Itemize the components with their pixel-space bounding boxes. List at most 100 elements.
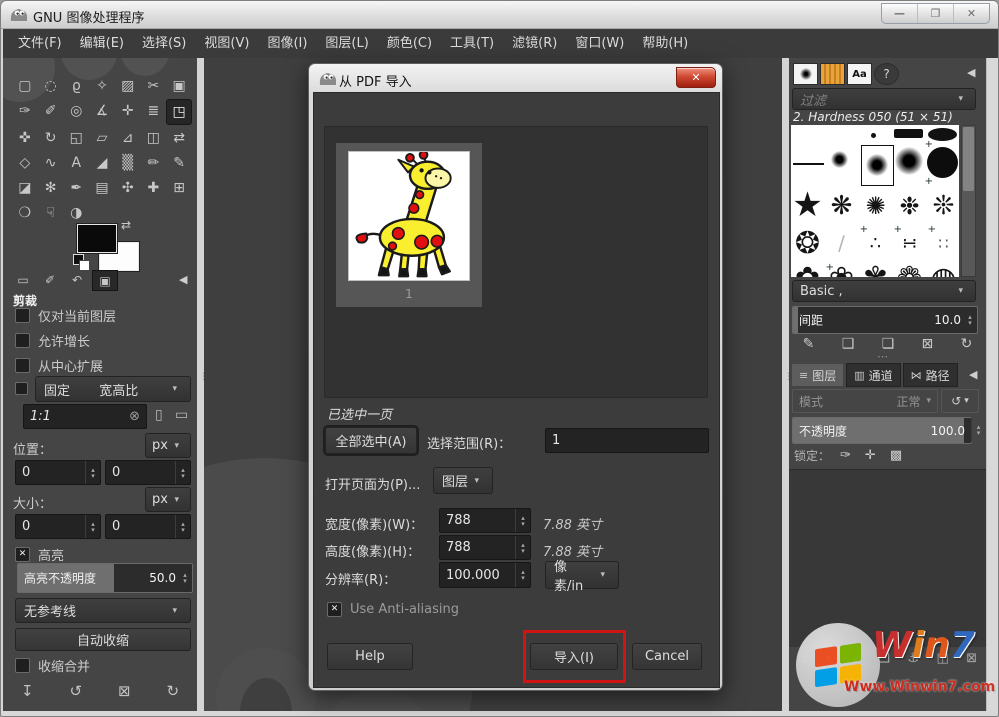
new-brush-icon[interactable]: ❑: [842, 336, 855, 352]
brush-cell[interactable]: [928, 128, 957, 141]
clear-icon[interactable]: ⊗: [129, 409, 140, 424]
brush-cell[interactable]: [871, 133, 876, 138]
tool-dodge-burn[interactable]: ◑: [63, 201, 89, 225]
brush-cell[interactable]: [895, 147, 923, 175]
open-as-dropdown[interactable]: 图层 ▾: [433, 467, 493, 494]
tool-ellipse-select[interactable]: ◌: [38, 74, 64, 98]
brush-tag-dropdown[interactable]: Basic , ▾: [792, 280, 976, 302]
landscape-icon[interactable]: ▭: [175, 407, 188, 423]
foreground-color-swatch[interactable]: [77, 224, 117, 253]
tab-undo-history[interactable]: ↶: [65, 270, 89, 289]
page-thumbnail[interactable]: 1: [336, 143, 482, 307]
dock-resize-handle-icon[interactable]: ⋯: [877, 350, 888, 363]
panel-menu-arrow-icon[interactable]: ◀: [179, 273, 187, 286]
tool-color-picker[interactable]: ✐: [38, 99, 64, 123]
brush-cell[interactable]: ∴: [859, 225, 892, 261]
fonts-tab[interactable]: Aa: [847, 63, 872, 85]
mode-options-dropdown[interactable]: ↺ ▾: [941, 389, 979, 413]
spin-down-icon[interactable]: ▾: [968, 320, 972, 326]
tool-flip[interactable]: ⇄: [166, 126, 192, 150]
tool-smudge[interactable]: ✣: [115, 176, 141, 200]
spin-down-icon[interactable]: ▾: [183, 578, 187, 584]
current-layer-checkbox[interactable]: [15, 308, 30, 323]
delete-brush-icon[interactable]: ⊠: [922, 336, 934, 352]
expand-center-checkbox[interactable]: [15, 358, 30, 373]
layer-opacity-slider[interactable]: 不透明度 100.0: [792, 417, 972, 444]
range-input[interactable]: 1: [545, 428, 709, 453]
brush-scrollbar[interactable]: [961, 125, 976, 277]
swap-colors-icon[interactable]: ⇄: [121, 218, 131, 232]
brush-cell[interactable]: ∷: [927, 225, 959, 261]
minimize-button[interactable]: —: [882, 4, 918, 23]
tool-paths[interactable]: ✑: [12, 99, 38, 123]
guides-dropdown[interactable]: 无参考线 ▾: [15, 598, 191, 623]
tool-fuzzy-select[interactable]: ✧: [89, 74, 115, 98]
highlight-opacity-slider[interactable]: 高亮不透明度 50.0 ▴▾: [17, 563, 193, 593]
tool-gradient[interactable]: ▒: [115, 151, 141, 175]
help-button[interactable]: Help: [327, 643, 413, 670]
size-height-spinner[interactable]: 0 ▴▾: [105, 514, 191, 539]
height-spinner[interactable]: 788 ▴▾: [439, 535, 531, 560]
left-splitter[interactable]: ⋮: [197, 58, 204, 711]
highlight-checkbox[interactable]: ✕: [15, 547, 30, 562]
width-spinner[interactable]: 788 ▴▾: [439, 508, 531, 533]
tool-cage-transform[interactable]: ◇: [12, 151, 38, 175]
position-unit-dropdown[interactable]: px ▾: [145, 433, 191, 458]
dialog-close-button[interactable]: ✕: [676, 67, 716, 88]
tool-zoom[interactable]: ◎: [63, 99, 89, 123]
brush-cell-selected[interactable]: [861, 145, 894, 186]
tool-scale[interactable]: ◱: [63, 126, 89, 150]
tool-heal[interactable]: ✚: [141, 176, 167, 200]
edit-brush-icon[interactable]: ✎: [803, 336, 815, 352]
restore-options-icon[interactable]: ↺: [69, 682, 82, 700]
refresh-brushes-icon[interactable]: ↻: [961, 336, 973, 352]
tool-text[interactable]: A: [63, 151, 89, 175]
spin-down-icon[interactable]: ▾: [521, 548, 525, 554]
brush-cell[interactable]: ∕: [825, 225, 858, 261]
tool-unified-transform[interactable]: ✜: [12, 126, 38, 150]
lock-alpha-icon[interactable]: ▩: [890, 448, 916, 463]
tool-warp-transform[interactable]: ∿: [38, 151, 64, 175]
tab-paths[interactable]: ⋈路径: [903, 363, 958, 387]
fixed-checkbox[interactable]: [15, 382, 28, 395]
brush-cell[interactable]: ◍: [927, 261, 959, 277]
size-width-spinner[interactable]: 0 ▴▾: [15, 514, 101, 539]
tool-blur[interactable]: ❍: [12, 201, 38, 225]
tool-airbrush[interactable]: ✻: [38, 176, 64, 200]
tool-shear[interactable]: ▱: [89, 126, 115, 150]
tool-move[interactable]: ✛: [115, 99, 141, 123]
tab-tool-options[interactable]: ▭: [11, 270, 35, 289]
lock-brush-icon[interactable]: ✑: [840, 448, 865, 463]
lock-position-icon[interactable]: ✛: [865, 448, 890, 463]
brush-cell[interactable]: ✾: [859, 261, 892, 277]
layers-menu-arrow-icon[interactable]: ◀: [969, 368, 977, 381]
tool-ink[interactable]: ✒: [63, 176, 89, 200]
default-colors-icon[interactable]: [73, 254, 89, 270]
save-options-icon[interactable]: ↧: [21, 682, 34, 700]
spin-down-icon[interactable]: ▾: [521, 575, 525, 581]
brushes-tab[interactable]: [793, 63, 818, 85]
brush-cell[interactable]: ❁: [893, 261, 926, 277]
brush-cell[interactable]: ✿: [791, 261, 824, 277]
layer-mode-dropdown[interactable]: 模式 正常 ▾: [792, 389, 938, 413]
tool-eraser[interactable]: ◪: [12, 176, 38, 200]
tool-bucket-fill[interactable]: ◢: [89, 151, 115, 175]
cancel-button[interactable]: Cancel: [632, 643, 702, 670]
menu-help[interactable]: 帮助(H): [633, 29, 697, 58]
tool-foreground-select[interactable]: ▣: [166, 74, 192, 98]
fixed-dropdown[interactable]: 固定 宽高比 ▾: [35, 376, 191, 402]
brush-cell[interactable]: ∺: [893, 225, 926, 261]
brush-cell[interactable]: [831, 151, 848, 168]
tool-select-by-color[interactable]: ▨: [115, 74, 141, 98]
menu-edit[interactable]: 编辑(E): [71, 29, 133, 58]
resolution-spinner[interactable]: 100.000 ▴▾: [439, 562, 531, 588]
brush-cell[interactable]: ❂: [791, 225, 824, 261]
position-y-spinner[interactable]: 0 ▴▾: [105, 460, 191, 485]
menu-file[interactable]: 文件(F): [9, 29, 71, 58]
opacity-spinner[interactable]: ▴▾: [971, 417, 985, 442]
tool-free-select[interactable]: ϱ: [63, 74, 89, 98]
brush-cell[interactable]: ❊: [927, 189, 959, 223]
position-x-spinner[interactable]: 0 ▴▾: [15, 460, 101, 485]
brush-cell[interactable]: [927, 147, 958, 178]
shrink-merged-checkbox[interactable]: [15, 658, 30, 673]
